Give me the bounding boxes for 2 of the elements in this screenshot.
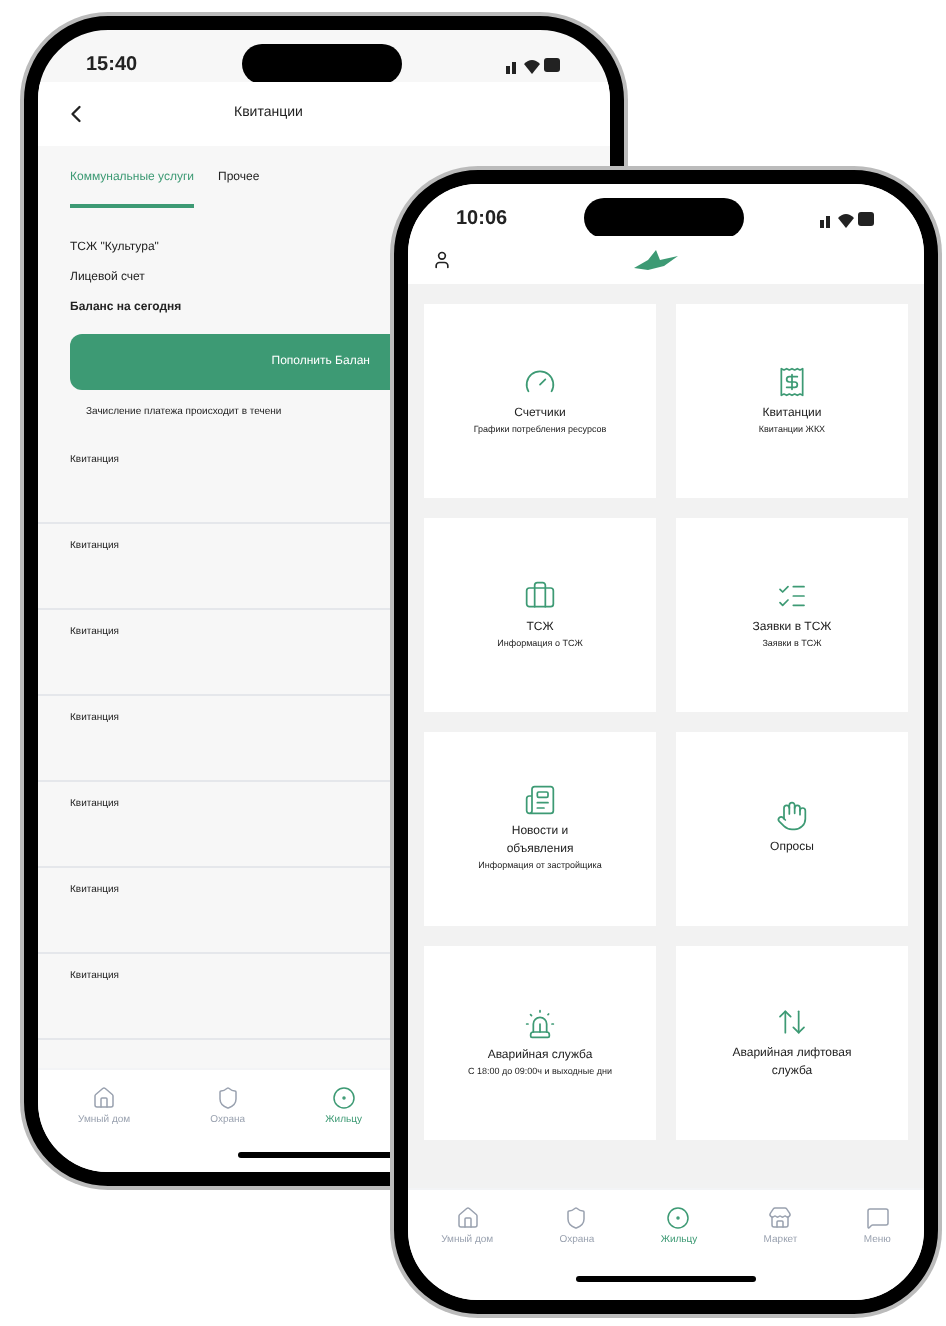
status-time: 15:40 [86, 51, 138, 79]
status-time: 10:06 [456, 205, 508, 233]
